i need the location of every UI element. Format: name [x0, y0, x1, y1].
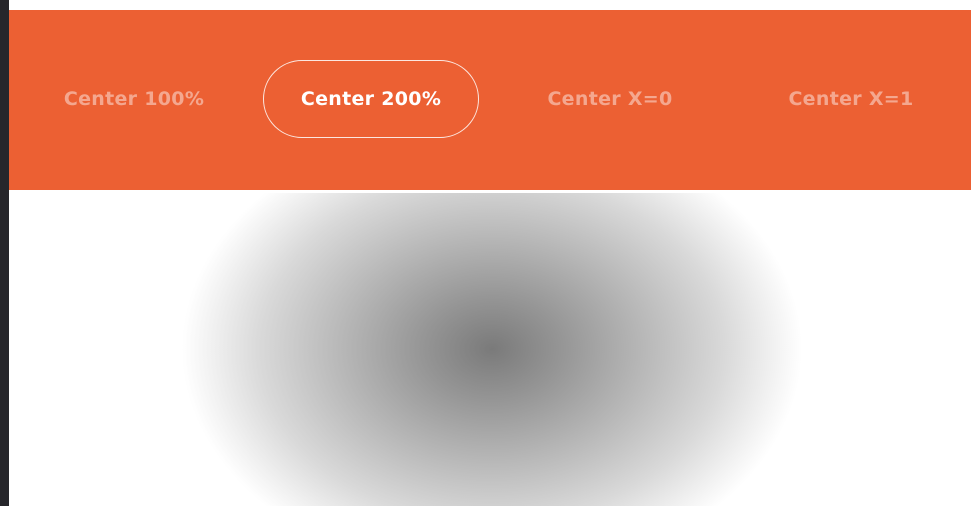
tab-bar: Center 100% Center 200% Center X=0 Cente…	[9, 10, 971, 190]
tab-center-x-0[interactable]: Center X=0	[519, 60, 701, 138]
tab-label: Center 100%	[63, 88, 205, 110]
gradient-preview-area	[9, 193, 971, 506]
tab-center-x-1[interactable]: Center X=1	[761, 60, 941, 138]
tab-label: Center X=0	[547, 88, 673, 110]
window-edge	[0, 0, 9, 506]
tab-center-200[interactable]: Center 200%	[263, 60, 479, 138]
top-strip	[9, 0, 971, 10]
tab-label: Center X=1	[788, 88, 914, 110]
tab-center-100[interactable]: Center 100%	[39, 60, 229, 138]
radial-gradient-preview	[181, 193, 801, 506]
page: Center 100% Center 200% Center X=0 Cente…	[0, 0, 971, 506]
tab-label: Center 200%	[300, 88, 442, 110]
